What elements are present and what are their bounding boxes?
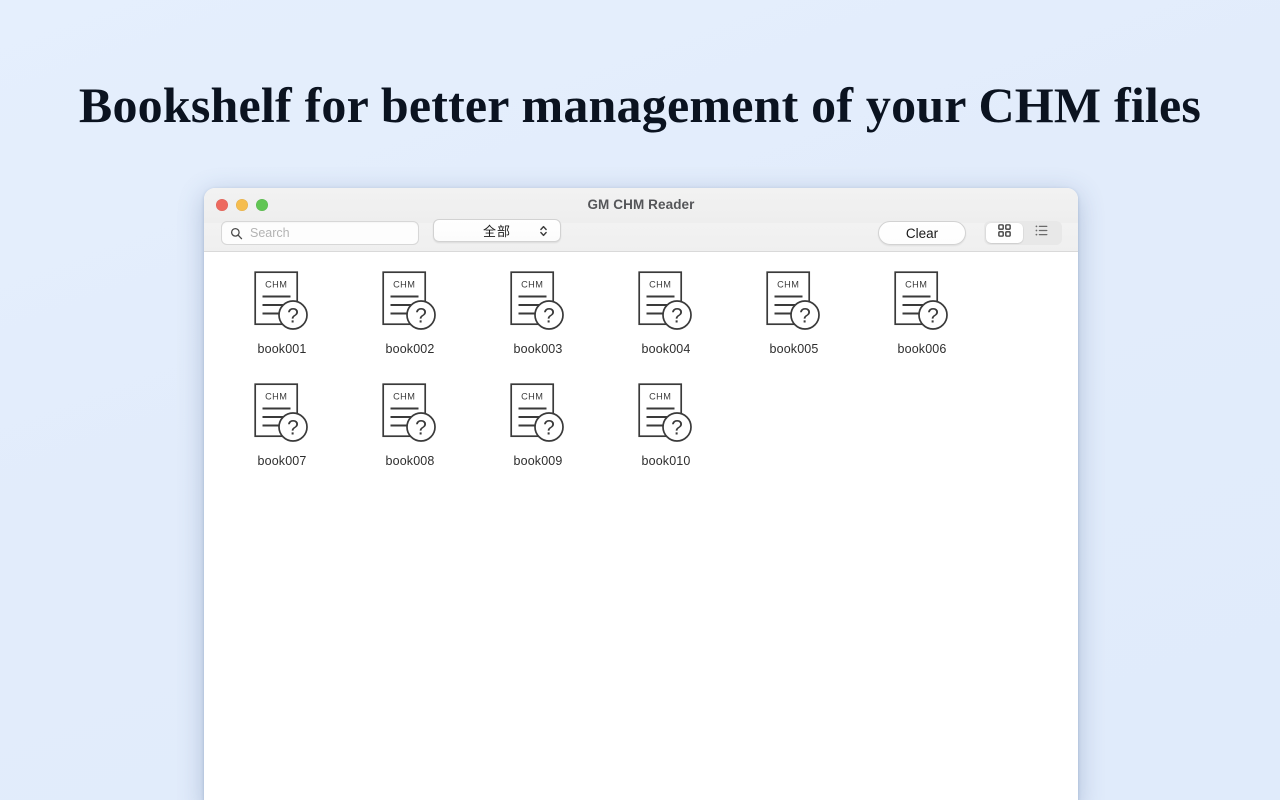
svg-text:?: ?	[415, 417, 427, 440]
book-item[interactable]: CHM? book006	[858, 266, 986, 378]
window-titlebar: GM CHM Reader	[204, 188, 1078, 223]
chm-file-icon: CHM?	[253, 270, 311, 334]
svg-text:CHM: CHM	[649, 280, 671, 290]
filter-dropdown[interactable]: 全部	[433, 219, 561, 242]
search-input[interactable]	[250, 226, 410, 240]
book-item[interactable]: CHM? book009	[474, 378, 602, 490]
chm-file-icon: CHM?	[637, 270, 695, 334]
grid-view-button[interactable]	[986, 223, 1023, 243]
svg-text:CHM: CHM	[265, 392, 287, 402]
window-title: GM CHM Reader	[587, 197, 695, 212]
toolbar: 全部 Clear	[204, 219, 1078, 252]
list-view-button[interactable]	[1023, 223, 1060, 243]
book-label: book007	[257, 454, 307, 468]
svg-text:?: ?	[287, 417, 299, 440]
book-item[interactable]: CHM? book010	[602, 378, 730, 490]
svg-text:CHM: CHM	[905, 280, 927, 290]
svg-text:CHM: CHM	[649, 392, 671, 402]
svg-text:CHM: CHM	[265, 280, 287, 290]
book-grid: CHM? book001 CHM? book002 CHM? book003 CHM? boo…	[204, 266, 1078, 490]
book-label: book001	[257, 342, 307, 356]
svg-text:?: ?	[543, 305, 555, 328]
book-item[interactable]: CHM? book004	[602, 266, 730, 378]
book-label: book002	[385, 342, 435, 356]
book-label: book010	[641, 454, 691, 468]
chm-file-icon: CHM?	[893, 270, 951, 334]
book-label: book006	[897, 342, 947, 356]
svg-text:CHM: CHM	[777, 280, 799, 290]
book-label: book003	[513, 342, 563, 356]
books-content-area: CHM? book001 CHM? book002 CHM? book003 CHM? boo…	[204, 252, 1078, 800]
chm-file-icon: CHM?	[253, 382, 311, 446]
book-label: book008	[385, 454, 435, 468]
svg-text:CHM: CHM	[393, 392, 415, 402]
svg-text:?: ?	[415, 305, 427, 328]
chm-file-icon: CHM?	[637, 382, 695, 446]
app-window: GM CHM Reader 全部 Clear	[204, 188, 1078, 800]
book-label: book009	[513, 454, 563, 468]
chm-file-icon: CHM?	[381, 382, 439, 446]
book-item[interactable]: CHM? book003	[474, 266, 602, 378]
svg-text:?: ?	[671, 417, 683, 440]
chevron-up-down-icon	[539, 224, 548, 238]
filter-dropdown-value: 全部	[482, 225, 511, 240]
chm-file-icon: CHM?	[381, 270, 439, 334]
grid-icon	[997, 223, 1012, 243]
list-icon	[1034, 223, 1049, 243]
svg-text:?: ?	[671, 305, 683, 328]
chm-file-icon: CHM?	[509, 270, 567, 334]
search-field[interactable]	[221, 221, 419, 245]
book-label: book004	[641, 342, 691, 356]
book-item[interactable]: CHM? book002	[346, 266, 474, 378]
svg-text:?: ?	[799, 305, 811, 328]
book-label: book005	[769, 342, 819, 356]
book-item[interactable]: CHM? book008	[346, 378, 474, 490]
svg-text:?: ?	[287, 305, 299, 328]
book-item[interactable]: CHM? book007	[218, 378, 346, 490]
clear-button[interactable]: Clear	[878, 221, 966, 245]
svg-text:CHM: CHM	[393, 280, 415, 290]
chm-file-icon: CHM?	[509, 382, 567, 446]
search-icon	[230, 227, 243, 240]
view-mode-toggle	[984, 221, 1062, 245]
svg-text:CHM: CHM	[521, 392, 543, 402]
svg-text:?: ?	[927, 305, 939, 328]
chm-file-icon: CHM?	[765, 270, 823, 334]
book-item[interactable]: CHM? book001	[218, 266, 346, 378]
book-item[interactable]: CHM? book005	[730, 266, 858, 378]
svg-text:CHM: CHM	[521, 280, 543, 290]
svg-text:?: ?	[543, 417, 555, 440]
page-title: Bookshelf for better management of your …	[78, 77, 1202, 133]
